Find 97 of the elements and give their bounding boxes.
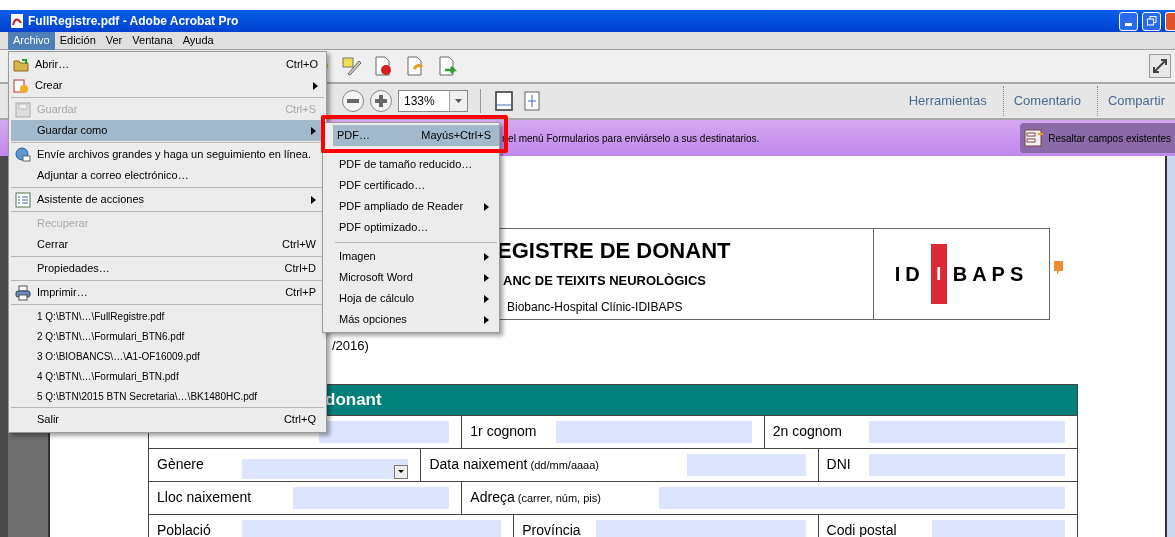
submenu-arrow-icon xyxy=(484,273,489,282)
logo-text: BAPS xyxy=(952,262,1029,287)
menu-item[interactable]: Abrir… Ctrl+O xyxy=(9,54,326,75)
document-delete-icon[interactable] xyxy=(372,55,394,77)
menu-item[interactable]: PDF ampliado de Reader xyxy=(335,196,497,217)
menu-item[interactable]: Salir Ctrl+Q xyxy=(11,409,324,430)
date-note: /2016) xyxy=(332,337,370,355)
minimize-icon xyxy=(1125,22,1132,26)
menu-item[interactable]: Crear xyxy=(9,75,326,96)
menu-item[interactable]: PDF optimizado… xyxy=(335,217,497,238)
menu-item[interactable]: Microsoft Word xyxy=(335,267,497,288)
input-field[interactable] xyxy=(869,453,1065,476)
submenu-arrow-icon xyxy=(484,252,489,261)
menu-item[interactable]: 4 Q:\BTN\…\Formulari_BTN.pdf xyxy=(11,366,324,386)
menu-item[interactable]: Hoja de cálculo xyxy=(335,288,497,309)
menu-item[interactable]: Cerrar Ctrl+W xyxy=(11,234,324,255)
submenu-arrow-icon xyxy=(311,195,316,204)
submenu-arrow-icon xyxy=(484,294,489,303)
fit-width-icon[interactable] xyxy=(493,90,515,112)
field-label: Gènere xyxy=(157,454,204,474)
field-label: Població xyxy=(157,520,211,537)
menu-item[interactable]: 3 O:\BIOBANCS\…\A1-OF16009.pdf xyxy=(11,346,324,366)
menu-item[interactable]: PDF certificado… xyxy=(335,175,497,196)
menu-item[interactable]: Propiedades… Ctrl+D xyxy=(11,258,324,279)
menu-item[interactable]: Adjuntar a correo electrónico… xyxy=(11,165,324,186)
menu-bar-item[interactable]: Ver xyxy=(100,31,128,50)
printer-icon xyxy=(15,284,31,301)
input-field[interactable] xyxy=(293,486,450,509)
restore-icon xyxy=(1146,16,1157,26)
menu-item[interactable]: 1 Q:\BTN\…\FullRegistre.pdf xyxy=(11,306,324,326)
globe-mail-icon xyxy=(15,146,31,163)
checklist-icon xyxy=(15,191,31,208)
input-field[interactable] xyxy=(869,420,1065,443)
folder-icon xyxy=(13,56,29,73)
input-field[interactable] xyxy=(686,453,806,476)
note-icon xyxy=(1054,261,1063,277)
menu-bar-item[interactable]: Ayuda xyxy=(177,31,219,50)
caret-icon xyxy=(398,470,405,473)
institution-name: Biobanc-Hospital Clínic-IDIBAPS xyxy=(507,298,684,316)
field-label: 1r cognom xyxy=(470,421,537,441)
close-button[interactable] xyxy=(1165,11,1175,31)
menu-item[interactable]: PDF… Mayús+Ctrl+S xyxy=(333,125,499,146)
menu-item[interactable]: Imprimir… Ctrl+P xyxy=(11,282,324,303)
document-export-icon[interactable] xyxy=(436,55,458,77)
zoom-in-button[interactable] xyxy=(370,90,392,112)
input-field[interactable] xyxy=(555,420,752,443)
field-label: Adreça (carrer, núm, pis) xyxy=(470,487,601,507)
minimize-button[interactable] xyxy=(1119,11,1138,31)
plus-icon xyxy=(375,95,387,107)
logo-text: ID xyxy=(894,262,925,287)
document-subtitle: ANC DE TEIXITS NEUROLÒGICS xyxy=(503,272,707,290)
zoom-out-button[interactable] xyxy=(342,90,364,112)
field-label: DNI xyxy=(826,454,851,474)
input-field[interactable] xyxy=(932,519,1065,537)
input-field[interactable] xyxy=(595,519,806,537)
document-star-icon xyxy=(13,77,29,94)
pane-tab[interactable]: Comentario xyxy=(1002,86,1091,116)
zoom-field[interactable]: 133% xyxy=(398,90,468,112)
submenu-arrow-icon xyxy=(313,81,318,90)
highlight-fields-button[interactable]: Resaltar campos existentes xyxy=(1020,123,1175,153)
pdf-file-icon xyxy=(10,14,24,28)
menu-bar-item[interactable]: Ventana xyxy=(127,31,178,50)
field-label: 2n cognom xyxy=(772,421,842,441)
text-edit-icon[interactable] xyxy=(340,55,362,77)
input-field[interactable] xyxy=(659,486,1065,509)
pane-tab[interactable]: Compartir xyxy=(1096,86,1175,116)
document-title: EGISTRE DE DONANT xyxy=(497,237,732,265)
section-title: donant xyxy=(325,388,382,411)
dropdown-field[interactable] xyxy=(242,458,409,479)
menu-item[interactable]: 2 Q:\BTN\…\Formulari_BTN6.pdf xyxy=(11,326,324,346)
menu-item[interactable]: Asistente de acciones xyxy=(11,189,324,210)
field-label: Lloc naixement xyxy=(157,487,252,507)
expand-button[interactable] xyxy=(1149,54,1171,78)
window-title: FullRegistre.pdf - Adobe Acrobat Pro xyxy=(28,13,240,30)
submenu-arrow-icon xyxy=(484,315,489,324)
field-label: Província xyxy=(522,520,581,537)
menu-item[interactable]: Imagen xyxy=(335,246,497,267)
logo-mark: I xyxy=(930,244,947,304)
restore-button[interactable] xyxy=(1142,11,1161,31)
menu-item[interactable]: PDF de tamaño reducido… xyxy=(335,154,497,175)
minus-icon xyxy=(347,99,359,103)
menu-item[interactable]: Guardar como xyxy=(11,120,324,141)
menu-item[interactable]: Más opciones xyxy=(335,309,497,330)
field-label: Codi postal xyxy=(826,520,897,537)
expand-icon xyxy=(1153,59,1167,73)
input-field[interactable] xyxy=(242,519,502,537)
field-label: Data naixement (dd/mm/aaaa) xyxy=(429,454,599,474)
caret-icon xyxy=(455,99,462,103)
menu-item[interactable]: Envíe archivos grandes y haga un seguimiento en línea. xyxy=(11,144,324,165)
menu-item[interactable]: 5 Q:\BTN\2015 BTN Secretaria\…\BK1480HC.pdf xyxy=(11,386,324,406)
submenu-arrow-icon xyxy=(311,126,316,135)
menu-bar-item[interactable]: Edición xyxy=(54,31,101,50)
pane-tab[interactable]: Herramientas xyxy=(898,86,997,116)
form-fields-icon xyxy=(1024,129,1045,147)
fit-page-icon[interactable] xyxy=(521,90,543,112)
input-field[interactable] xyxy=(319,420,450,443)
submenu-arrow-icon xyxy=(484,202,489,211)
